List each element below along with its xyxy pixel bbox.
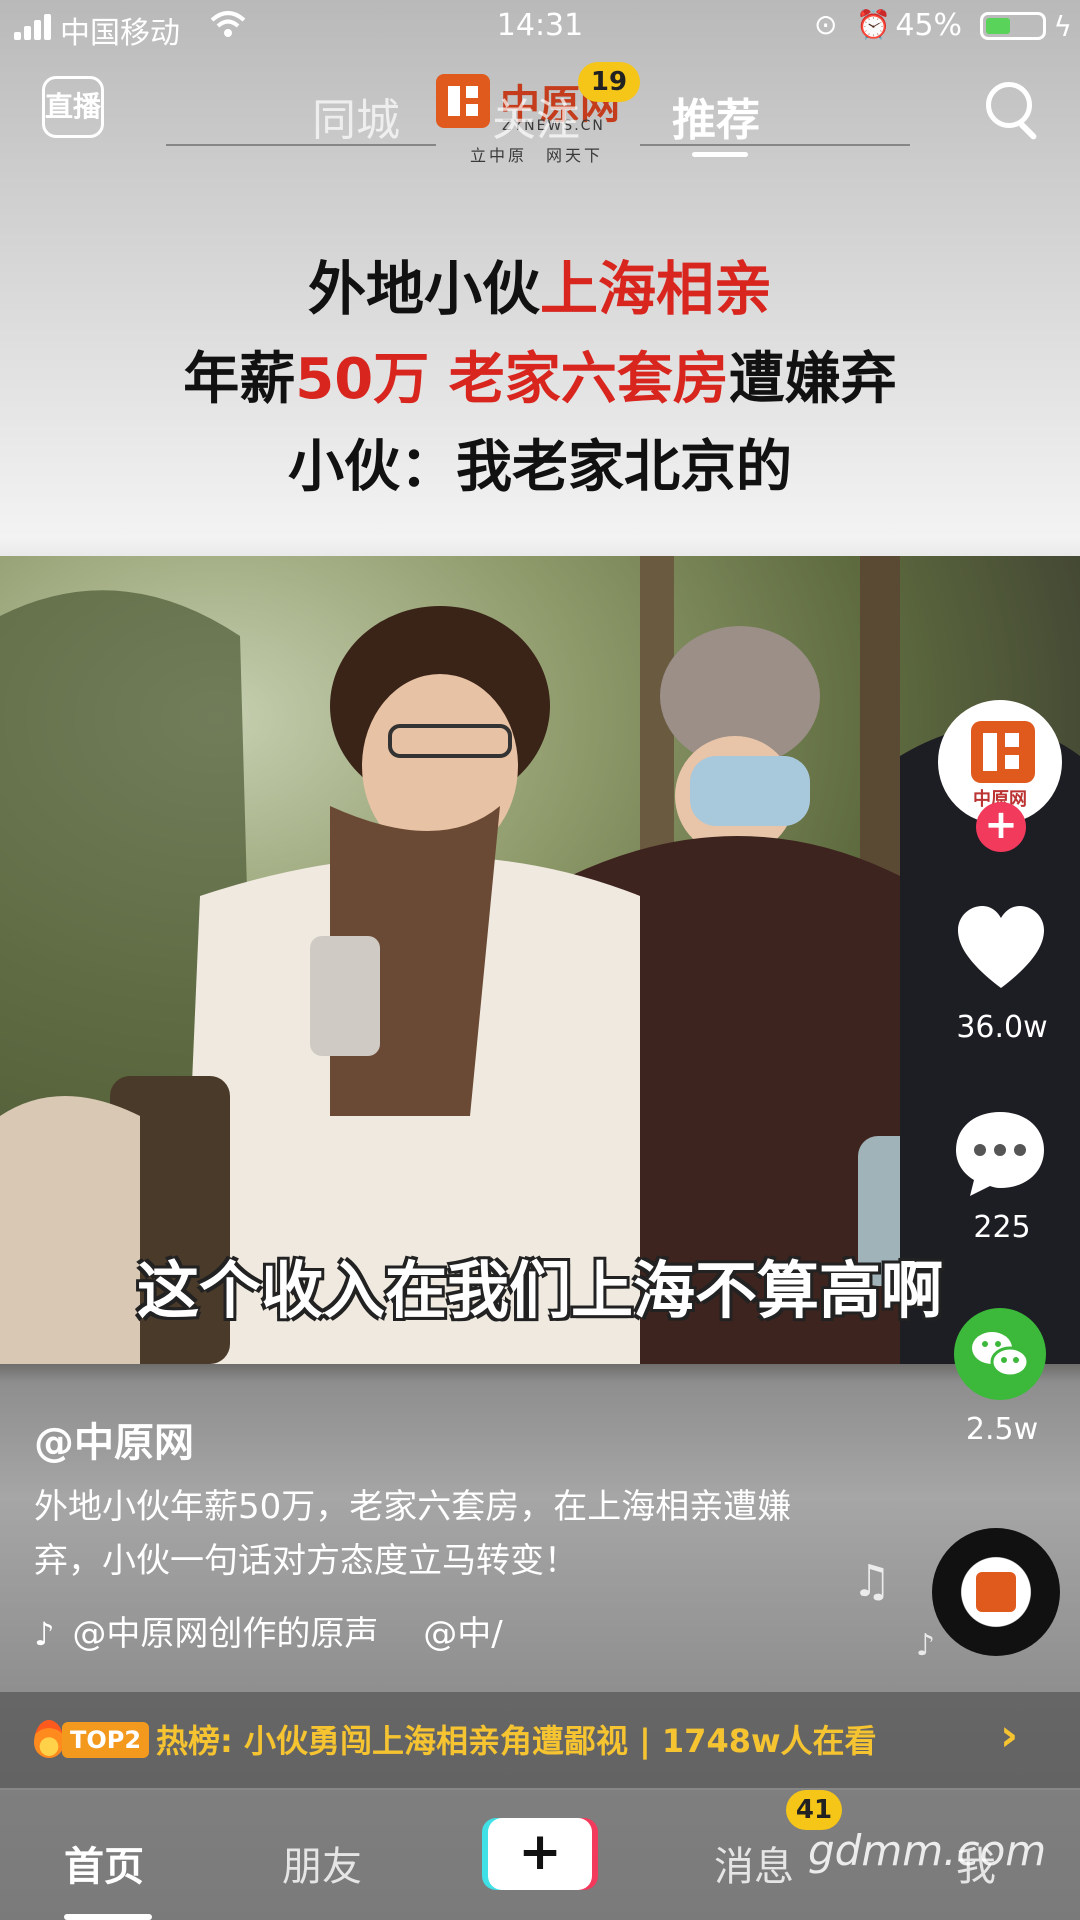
video-frame[interactable]: 这个收入在我们上海不算高啊 bbox=[0, 556, 1080, 1364]
headline-2c: 遭嫌弃 bbox=[728, 347, 897, 412]
music-disc-logo bbox=[976, 1572, 1016, 1612]
hot-rank-badge: TOP2 bbox=[62, 1722, 150, 1758]
headline-2b: 50万 老家六套房 bbox=[295, 347, 729, 412]
top-nav: 直播 同城 中原网 ZYNEWS.CN 立中原 网天下 关注 19 推荐 bbox=[0, 60, 1080, 170]
music-info[interactable]: ♪ @中原网创作的原声 @中/ bbox=[34, 1606, 503, 1655]
like-button[interactable] bbox=[954, 902, 1048, 996]
headline-line-2: 年薪50万 老家六套房遭嫌弃 bbox=[0, 334, 1080, 415]
site-watermark: gdmm.com bbox=[808, 1826, 1047, 1875]
music-disc[interactable] bbox=[932, 1528, 1060, 1656]
alarm-icon: ⏰ bbox=[856, 8, 891, 41]
nav-friends[interactable]: 朋友 bbox=[282, 1834, 362, 1892]
zynews-logo-mark bbox=[436, 74, 490, 128]
app-screen: 中国移动 14:31 ⊙ ⏰ 45% ϟ 直播 同城 中原网 ZYNEWS.CN… bbox=[0, 0, 1080, 1920]
battery-icon bbox=[980, 12, 1046, 40]
create-button[interactable]: + bbox=[488, 1818, 592, 1890]
video-description: 外地小伙年薪50万，老家六套房，在上海相亲遭嫌弃，小伙一句话对方态度立马转变！ bbox=[34, 1487, 792, 1581]
like-count: 36.0w bbox=[956, 1010, 1048, 1045]
home-tab-indicator bbox=[64, 1914, 152, 1920]
fire-icon bbox=[34, 1720, 64, 1758]
hot-list-bar[interactable]: TOP2 热榜: 小伙勇闯上海相亲角遭鄙视 | 1748w人在看 › bbox=[0, 1692, 1080, 1788]
charging-icon: ϟ bbox=[1053, 10, 1072, 43]
comment-icon bbox=[956, 1112, 1044, 1196]
active-tab-indicator bbox=[692, 152, 748, 157]
tab-tuijian[interactable]: 推荐 bbox=[672, 84, 760, 148]
status-bar: 中国移动 14:31 ⊙ ⏰ 45% ϟ bbox=[0, 0, 1080, 52]
headline-2a: 年薪 bbox=[183, 347, 296, 412]
author-handle[interactable]: @中原网 bbox=[34, 1410, 194, 1468]
messages-badge: 41 bbox=[786, 1790, 842, 1830]
comment-count: 225 bbox=[973, 1210, 1031, 1245]
share-count: 2.5w bbox=[965, 1412, 1039, 1447]
nav-home[interactable]: 首页 bbox=[64, 1834, 144, 1892]
rotation-lock-icon: ⊙ bbox=[814, 8, 838, 41]
live-button[interactable]: 直播 bbox=[42, 76, 104, 138]
tab-guanzhu[interactable]: 关注 bbox=[492, 84, 580, 148]
search-icon[interactable] bbox=[986, 82, 1038, 141]
hot-list-text: 热榜: 小伙勇闯上海相亲角遭鄙视 | 1748w人在看 bbox=[156, 1722, 877, 1760]
follow-badge: 19 bbox=[578, 62, 640, 102]
chevron-right-icon: › bbox=[1000, 1710, 1019, 1761]
headline-1b: 上海相亲 bbox=[540, 255, 773, 323]
headline-1a: 外地小伙 bbox=[307, 255, 540, 323]
music-title: @中原网创作的原声 @中/ bbox=[72, 1614, 503, 1654]
tab-tongcheng[interactable]: 同城 bbox=[312, 84, 400, 148]
share-button[interactable] bbox=[954, 1308, 1046, 1400]
follow-button[interactable]: + bbox=[976, 802, 1026, 852]
video-subtitle: 这个收入在我们上海不算高啊 bbox=[136, 1254, 943, 1327]
nav-messages[interactable]: 消息 bbox=[714, 1834, 794, 1892]
tiktok-note-icon: ♪ bbox=[34, 1615, 55, 1653]
wechat-icon bbox=[972, 1332, 1030, 1378]
avatar-logo-mark bbox=[971, 721, 1035, 783]
heart-icon bbox=[958, 906, 1044, 988]
music-note-icon: ♫ bbox=[852, 1556, 892, 1607]
bottom-nav: 首页 朋友 + 消息 41 我 gdmm.com bbox=[0, 1790, 1080, 1920]
headline-line-1: 外地小伙上海相亲 bbox=[0, 242, 1080, 326]
music-note-small-icon: ♪ bbox=[916, 1628, 936, 1663]
battery-percent: 45% bbox=[895, 8, 962, 43]
headline-line-3: 小伙：我老家北京的 bbox=[288, 435, 792, 500]
comment-button[interactable] bbox=[952, 1108, 1048, 1200]
